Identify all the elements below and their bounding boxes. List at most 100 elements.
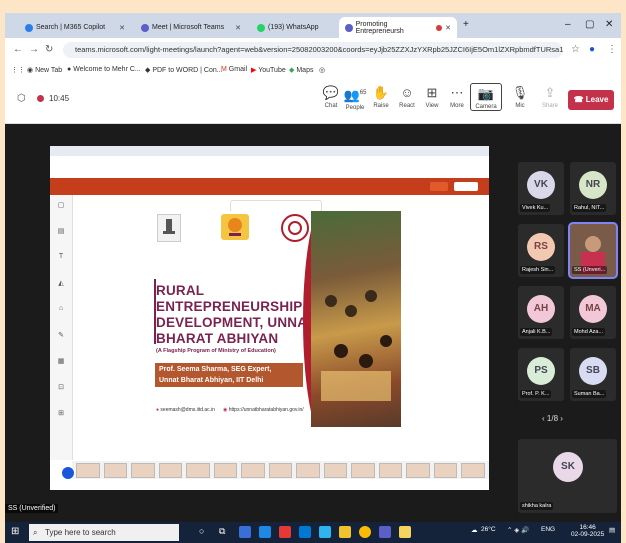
bookmark-gmail[interactable]: M Gmail: [221, 66, 247, 73]
notification-icon[interactable]: ▤: [609, 526, 615, 534]
participant-pager[interactable]: ‹ 1/8 ›: [542, 414, 563, 423]
close-icon[interactable]: ✕: [445, 24, 451, 32]
participant-name: Vivek Ku...: [520, 204, 551, 212]
thumbnail: [406, 463, 430, 478]
participant-tile[interactable]: MA Mohd Aza...: [570, 286, 616, 339]
participant-name: Mohd Aza...: [572, 328, 606, 336]
minimize-button[interactable]: –: [565, 19, 571, 30]
participant-tile[interactable]: PS Prof. P. K...: [518, 348, 564, 401]
weather-icon[interactable]: ☁: [471, 526, 478, 534]
chrome-icon[interactable]: [359, 526, 371, 538]
bookmark-label: New Tab: [35, 67, 63, 74]
participant-video-tile[interactable]: SS (Unveri...: [568, 222, 618, 279]
participant-tile[interactable]: NR Rahul, NIT...: [570, 162, 616, 215]
language[interactable]: ENG: [541, 526, 555, 533]
tab-copilot[interactable]: Search | M365 Copilot ✕: [19, 17, 131, 38]
participant-tile[interactable]: VK Vivek Ku...: [518, 162, 564, 215]
thumbnail: [213, 463, 238, 478]
search-placeholder: Type here to search: [45, 528, 116, 537]
apps-icon[interactable]: ⋮⋮: [11, 66, 25, 74]
ministry-logo: [157, 214, 181, 242]
star-icon[interactable]: ☆: [571, 44, 580, 55]
windows-start-icon[interactable]: ⊞: [11, 526, 19, 537]
camera-button[interactable]: 📷 Camera: [470, 83, 502, 111]
mail-icon[interactable]: [299, 526, 311, 538]
forward-icon[interactable]: →: [29, 44, 39, 55]
tab-teams-meet[interactable]: Meet | Microsoft Teams ✕: [135, 17, 247, 38]
participant-tile-large[interactable]: SK shikha kalra: [518, 439, 617, 513]
tab-promoting[interactable]: Promoting Entrepreneursh ✕: [339, 17, 457, 38]
copilot-icon[interactable]: ◎: [319, 66, 325, 74]
mic-button[interactable]: 🎙 Mic: [505, 83, 535, 109]
reload-icon[interactable]: ↻: [45, 44, 53, 55]
email-item: ● seemash@dms.iitd.ac.in: [156, 407, 215, 413]
app-icon[interactable]: [319, 526, 331, 538]
title-bar-accent: [154, 279, 156, 344]
share-icon: ⇪: [544, 85, 556, 100]
maximize-button[interactable]: ▢: [585, 19, 594, 30]
menu-icon[interactable]: ⋮: [607, 44, 617, 55]
tab-label: Search | M365 Copilot: [36, 24, 106, 31]
avatar: RS: [527, 233, 555, 261]
share-slide-button: [454, 182, 478, 191]
weather-temp[interactable]: 26°C: [481, 526, 496, 533]
avatar: SB: [579, 357, 607, 385]
meeting-timer: 10:45: [49, 94, 70, 103]
close-icon[interactable]: ✕: [235, 24, 241, 32]
app-icon[interactable]: [399, 526, 411, 538]
assistant-icon[interactable]: [61, 466, 75, 480]
chevron-left-icon[interactable]: ‹: [542, 414, 545, 423]
meeting-toolbar: ⬡ 10:45 💬 Chat 👥65 People ✋ Raise ☺ React ⊞ V…: [5, 79, 621, 124]
thumbnail: [268, 463, 293, 478]
tab-label: Promoting Entrepreneursh: [355, 20, 404, 35]
close-icon[interactable]: ✕: [119, 24, 125, 32]
bookmark-pdf-to-word[interactable]: ◆ PDF to WORD | Con...: [145, 66, 223, 74]
cortana-icon[interactable]: ○: [199, 526, 211, 538]
back-icon[interactable]: ←: [13, 44, 23, 55]
rail-icon: ⌂: [58, 305, 64, 312]
participant-name: SS (Unveri...: [572, 266, 608, 274]
profile-icon[interactable]: ●: [589, 44, 595, 55]
file-explorer-icon[interactable]: [339, 526, 351, 538]
tray-icons[interactable]: ⌃ ◈ 🔊: [507, 526, 529, 534]
participant-name: Rajesh Sin...: [520, 266, 556, 274]
event-photo: [311, 211, 401, 427]
browser-tab-strip: Search | M365 Copilot ✕ Meet | Microsoft…: [5, 13, 621, 38]
app-icon[interactable]: [239, 526, 251, 538]
camera-icon: 📷: [477, 86, 495, 101]
bookmark-welcome[interactable]: ● Welcome to Mehr C...: [67, 66, 141, 73]
shared-tab-strip: [50, 146, 489, 156]
close-window-button[interactable]: ✕: [605, 19, 613, 30]
thumbnail: [378, 463, 403, 478]
edge-icon[interactable]: [259, 526, 271, 538]
task-view-icon[interactable]: ⧉: [219, 526, 231, 538]
windows-taskbar: ⊞ ⌕ Type here to search ○ ⧉ ☁ 26°C ⌃ ◈ 🔊…: [5, 522, 621, 543]
presentation-slide: RURAL ENTREPRENEURSHIP DEVELOPMENT, UNNA…: [153, 211, 401, 427]
rail-icon: ⊞: [58, 410, 64, 417]
bookmark-youtube[interactable]: ▶ YouTube: [251, 66, 286, 74]
taskbar-search[interactable]: ⌕ Type here to search: [29, 524, 179, 541]
more-button[interactable]: ⋯ More: [442, 83, 472, 109]
share-button[interactable]: ⇪ Share: [535, 83, 565, 109]
leave-button[interactable]: ☎ Leave: [568, 90, 614, 110]
thumbnail: [351, 463, 375, 478]
clock[interactable]: 16:46 02-09-2025: [571, 524, 604, 538]
app-icon[interactable]: [279, 526, 291, 538]
bookmark-maps[interactable]: ◆ Maps: [289, 66, 313, 74]
bookmark-label: PDF to WORD | Con...: [152, 67, 223, 74]
participant-name: Anjali K.B...: [520, 328, 553, 336]
participant-tile[interactable]: RS Rajesh Sin...: [518, 224, 564, 277]
address-bar[interactable]: teams.microsoft.com/light-meetings/launc…: [63, 42, 563, 58]
participant-name: Rahul, NIT...: [572, 204, 607, 212]
participant-name: Suman Ba...: [572, 390, 607, 398]
slide-thumbnails: [72, 461, 489, 479]
chevron-right-icon[interactable]: ›: [560, 414, 563, 423]
share-label: Share: [541, 103, 558, 109]
new-tab-button[interactable]: +: [463, 19, 469, 30]
bookmarks-bar: ⋮⋮ ◉ New Tab ● Welcome to Mehr C... ◆ PD…: [5, 62, 621, 80]
participant-tile[interactable]: SB Suman Ba...: [570, 348, 616, 401]
participant-tile[interactable]: AH Anjali K.B...: [518, 286, 564, 339]
teams-icon[interactable]: [379, 526, 391, 538]
bookmark-new-tab[interactable]: ◉ New Tab: [27, 66, 62, 74]
iit-delhi-logo: [281, 214, 309, 242]
